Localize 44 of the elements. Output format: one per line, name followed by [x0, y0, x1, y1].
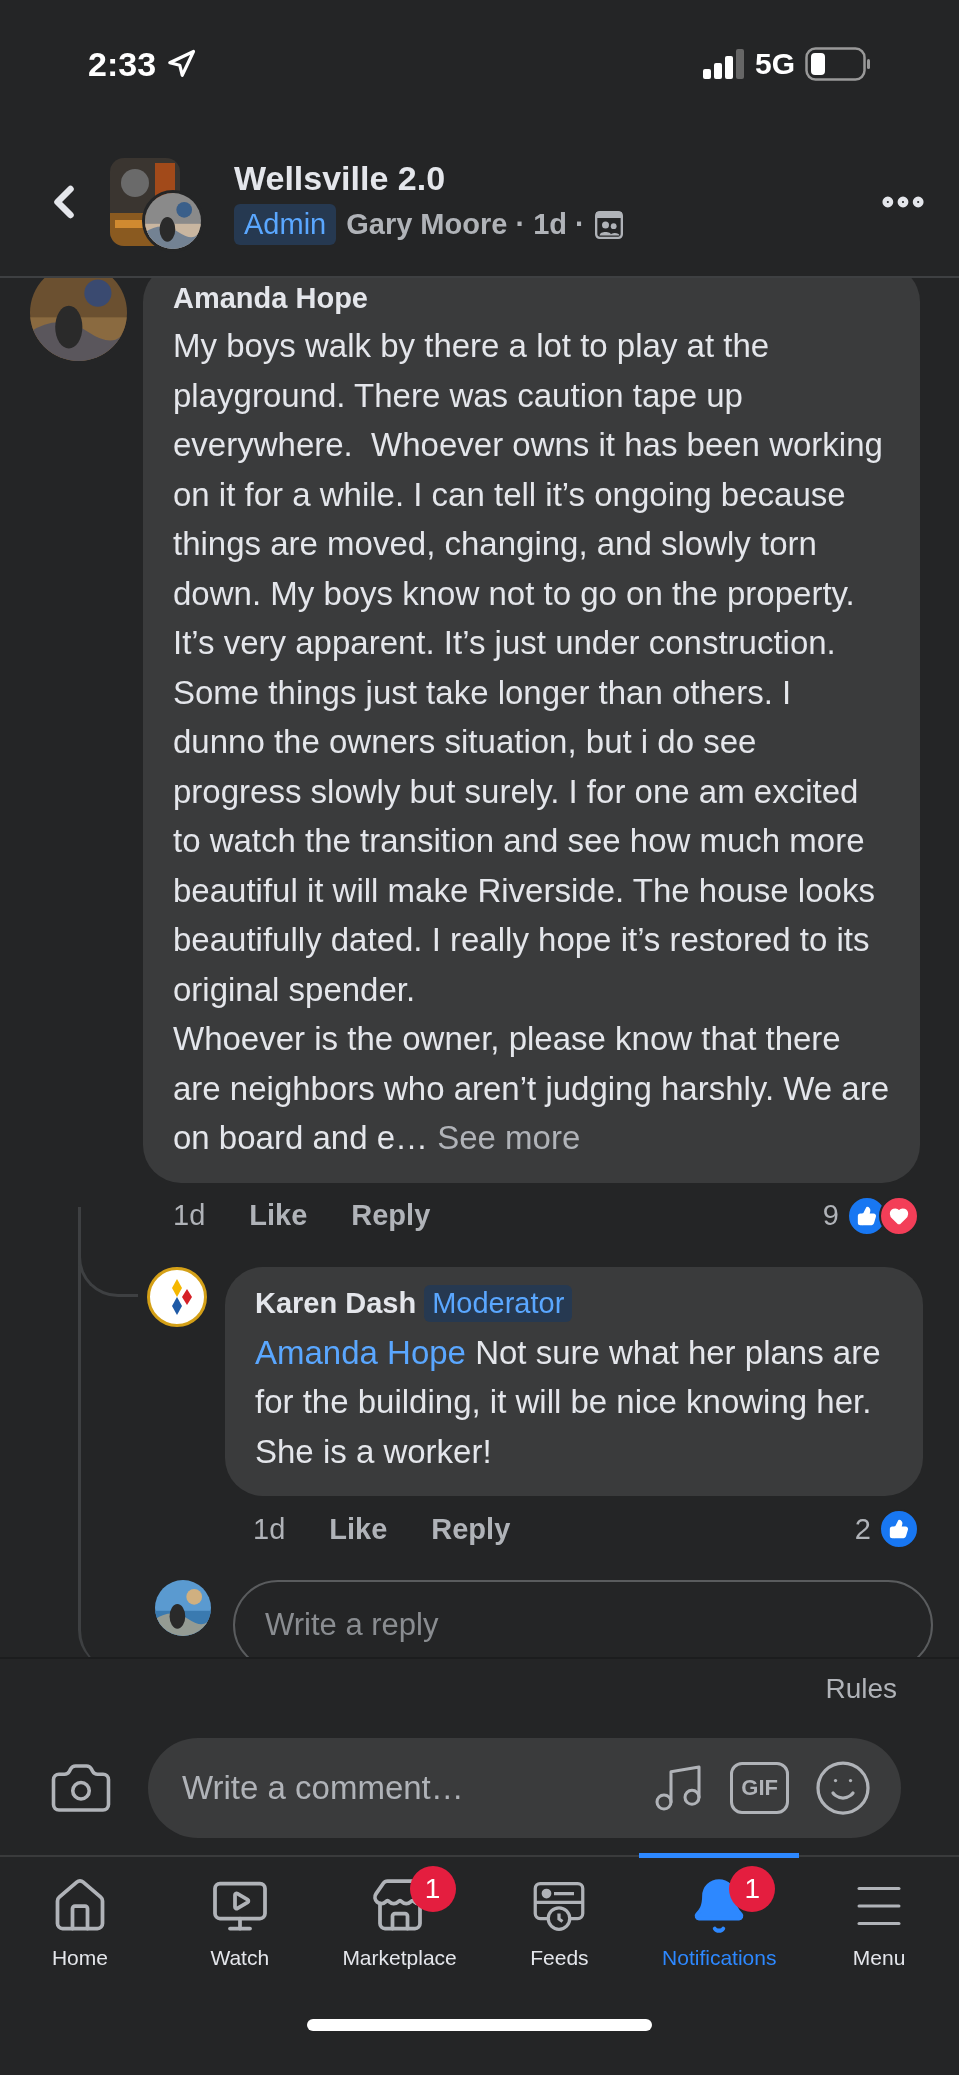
nav-tab[interactable]: Home: [0, 1853, 160, 2015]
nav-tab[interactable]: 1 Marketplace: [319, 1853, 480, 2015]
tab-label: Home: [51, 1946, 108, 1970]
see-more-link[interactable]: See more: [437, 1119, 581, 1156]
emoji-icon[interactable]: [813, 1758, 873, 1818]
mention-link[interactable]: Amanda Hope: [255, 1333, 466, 1371]
comment-author[interactable]: Amanda Hope: [173, 282, 892, 315]
tab-label: Feeds: [530, 1946, 589, 1970]
group-title: Wellsville 2.0: [234, 159, 447, 198]
admin-badge: Admin: [234, 204, 337, 245]
tab-label: Marketplace: [342, 1946, 457, 1970]
network-label: 5G: [754, 47, 795, 81]
post-meta: Gary Moore · 1d ·: [346, 208, 585, 241]
nav-tab[interactable]: Menu: [799, 1853, 959, 2015]
tab-label: Watch: [210, 1946, 270, 1970]
logo-icon: [147, 1266, 207, 1327]
moderator-badge: Moderator: [424, 1284, 573, 1322]
reply-time: 1d: [253, 1512, 286, 1546]
reply-text: Amanda Hope Not sure what her plans are for the building, it will be nice knowing her. She is a worker!: [255, 1332, 882, 1472]
reply-action-link[interactable]: Reply: [431, 1512, 511, 1546]
comment-time: 1d: [173, 1199, 206, 1232]
reply-field[interactable]: Write a reply: [233, 1580, 933, 1657]
comment-input[interactable]: Write a comment…: [180, 1768, 627, 1808]
comment-action-link[interactable]: Like: [249, 1199, 308, 1232]
rules-link[interactable]: Rules: [0, 1659, 959, 1729]
tab-label: Menu: [852, 1946, 906, 1970]
tab-label: Notifications: [662, 1946, 777, 1970]
comment-text: My boys walk by there a lot to play at the playground. There was caution tape up everywhere. Whoever owns it has been working on it for a while. I can tell it’s ongoing because things are moved, changing, and slowly torn down. My boys know not to go on the property. It’s very apparent. It’s just under construction. Some things just take longer than others. I dunno the owners situation, but i do see progress slowly but surely. I for one am excited to watch the transition and see how much more beautiful it will make Riverside. The house looks beautifully dated. I really hope it’s restored to its original spender. Whoever is the owner, please know that there are neighbors who aren’t judging harshly. We are on board and e… See more: [173, 326, 891, 1158]
gif-button[interactable]: GIF: [730, 1762, 789, 1814]
reply-author[interactable]: Karen Dash: [255, 1286, 417, 1320]
reaction-count: 2: [854, 1512, 871, 1546]
battery-icon: [805, 47, 871, 81]
reply-action-link[interactable]: Like: [329, 1512, 388, 1546]
signal-icon: [702, 49, 745, 79]
location-arrow-icon: [166, 49, 197, 79]
comment-action-link[interactable]: Reply: [351, 1199, 431, 1232]
notification-badge: 1: [729, 1866, 776, 1912]
notification-badge: 1: [409, 1866, 456, 1912]
nav-tab[interactable]: Watch: [159, 1853, 320, 2015]
group-members-icon: [594, 210, 623, 239]
nav-tab[interactable]: 1 Notifications: [639, 1853, 800, 2015]
status-time: 2:33: [88, 44, 157, 84]
reaction-count: 9: [822, 1199, 839, 1232]
nav-tab[interactable]: Feeds: [479, 1853, 640, 2015]
